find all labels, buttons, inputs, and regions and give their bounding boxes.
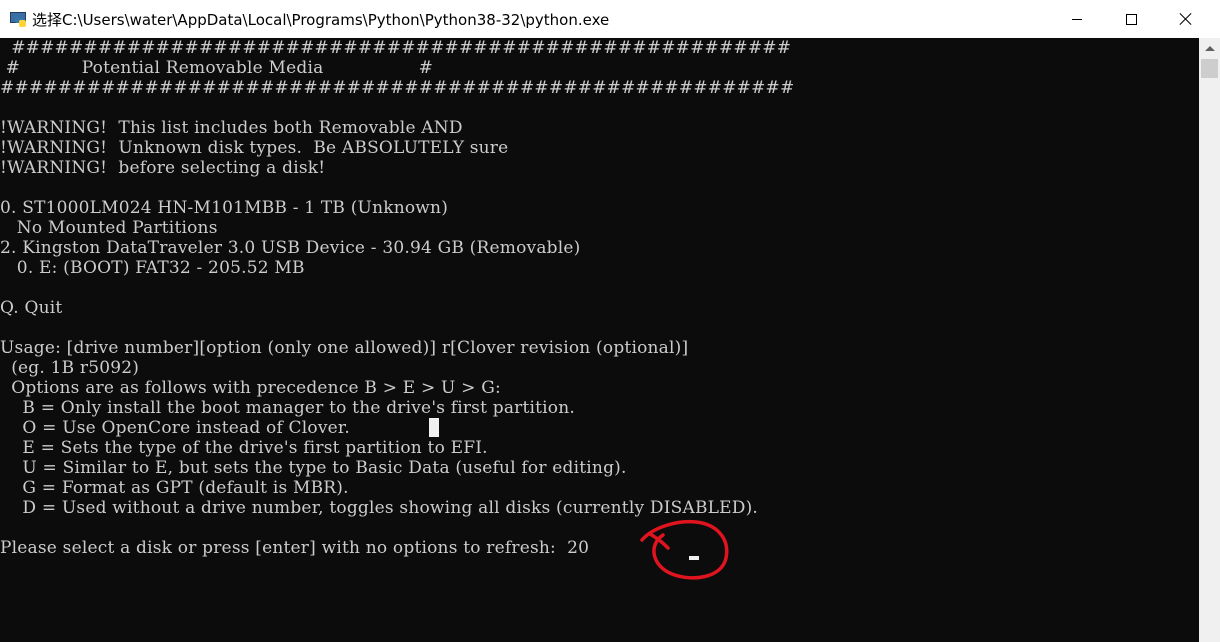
console-line: 0. E: (BOOT) FAT32 - 205.52 MB	[0, 258, 305, 278]
selection-cursor	[429, 418, 439, 437]
python-console-icon[interactable]	[10, 11, 26, 27]
maximize-icon	[1125, 13, 1137, 25]
maximize-button[interactable]	[1108, 0, 1154, 38]
close-button[interactable]	[1163, 0, 1209, 38]
console-line: !WARNING! before selecting a disk!	[0, 158, 326, 178]
console-line: ########################################…	[0, 78, 795, 98]
console-line: D = Used without a drive number, toggles…	[0, 498, 759, 518]
console-line: !WARNING! This list includes both Remova…	[0, 118, 463, 138]
console-line: B = Only install the boot manager to the…	[0, 398, 575, 418]
arrow-up-icon	[1204, 45, 1215, 51]
console-line: Q. Quit	[0, 298, 63, 318]
minimize-button[interactable]	[1054, 0, 1100, 38]
scroll-thumb[interactable]	[1201, 59, 1218, 78]
minimize-icon	[1072, 18, 1082, 20]
console-window: 选择C:\Users\water\AppData\Local\Programs\…	[0, 0, 1220, 642]
input-caret	[689, 556, 699, 560]
window-title: 选择C:\Users\water\AppData\Local\Programs\…	[32, 10, 610, 29]
console-output[interactable]: ########################################…	[0, 38, 1199, 642]
console-line: G = Format as GPT (default is MBR).	[0, 478, 349, 498]
console-line: 0. ST1000LM024 HN-M101MBB - 1 TB (Unknow…	[0, 198, 449, 218]
console-line: No Mounted Partitions	[0, 218, 218, 238]
close-icon	[1180, 13, 1192, 25]
scroll-up-button[interactable]	[1199, 38, 1220, 58]
console-line: U = Similar to E, but sets the type to B…	[0, 458, 627, 478]
console-line: O = Use OpenCore instead of Clover.	[0, 418, 350, 438]
console-line: # Potential Removable Media #	[0, 58, 434, 78]
console-line: (eg. 1B r5092)	[0, 358, 140, 378]
input-prompt-line: Please select a disk or press [enter] wi…	[0, 538, 590, 558]
console-line: Options are as follows with precedence B…	[0, 378, 501, 398]
console-line: E = Sets the type of the drive's first p…	[0, 438, 488, 458]
vertical-scrollbar[interactable]	[1199, 38, 1220, 642]
console-line: !WARNING! Unknown disk types. Be ABSOLUT…	[0, 138, 509, 158]
console-line: ########################################…	[0, 38, 792, 58]
title-bar[interactable]: 选择C:\Users\water\AppData\Local\Programs\…	[0, 0, 1220, 38]
console-line: Usage: [drive number][option (only one a…	[0, 338, 689, 358]
console-line: 2. Kingston DataTraveler 3.0 USB Device …	[0, 238, 581, 258]
